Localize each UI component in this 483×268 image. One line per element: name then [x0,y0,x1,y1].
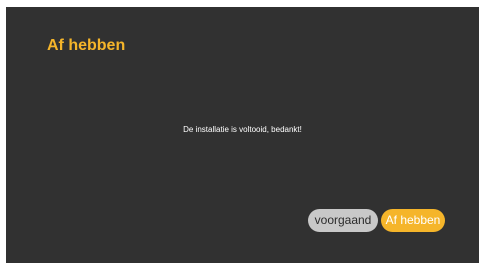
setup-screen: Af hebben De installatie is voltooid, be… [6,7,479,263]
page-title: Af hebben [47,37,126,54]
completion-message: De installatie is voltooid, bedankt! [183,125,302,134]
previous-button[interactable]: voorgaand [308,209,378,232]
finish-button[interactable]: Af hebben [381,209,445,232]
